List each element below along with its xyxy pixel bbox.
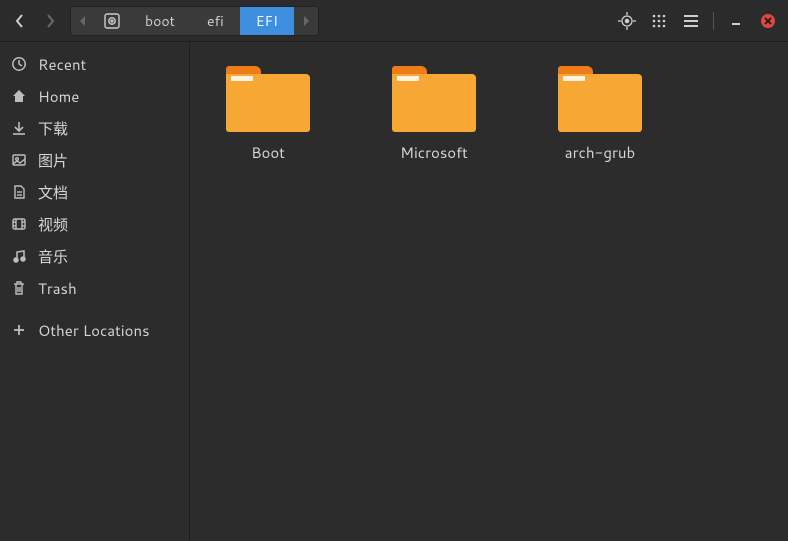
toolbar-right <box>613 7 782 35</box>
sidebar-item-downloads[interactable]: 下载 <box>0 112 189 144</box>
body: Recent Home 下载 图片 文档 <box>0 42 788 541</box>
nav-group <box>6 7 64 35</box>
path-overflow-right-button[interactable] <box>294 7 318 35</box>
folder-icon <box>392 66 476 132</box>
drive-icon[interactable] <box>95 7 129 35</box>
folder-boot[interactable]: Boot <box>208 66 328 163</box>
sidebar-item-other-locations[interactable]: Other Locations <box>0 314 189 346</box>
recent-icon <box>10 56 28 72</box>
trash-icon <box>10 280 28 296</box>
path-segment-efi-upper[interactable]: EFI <box>240 7 294 35</box>
separator <box>713 12 714 30</box>
sidebar-item-trash[interactable]: Trash <box>0 272 189 304</box>
nav-back-button[interactable] <box>6 7 34 35</box>
sidebar-item-label: Recent <box>38 54 86 75</box>
sidebar-item-videos[interactable]: 视频 <box>0 208 189 240</box>
sidebar-item-music[interactable]: 音乐 <box>0 240 189 272</box>
path-segment-boot[interactable]: boot <box>129 7 191 35</box>
folder-label: Boot <box>251 142 285 163</box>
sidebar-item-label: 下载 <box>38 118 68 139</box>
icon-view[interactable]: Boot Microsoft arch-grub <box>190 42 788 541</box>
video-icon <box>10 216 28 232</box>
sidebar-item-label: Trash <box>38 278 77 299</box>
sidebar-item-label: 视频 <box>38 214 68 235</box>
path-bar: boot efi EFI <box>70 6 319 36</box>
folder-icon <box>558 66 642 132</box>
music-icon <box>10 248 28 264</box>
folder-microsoft[interactable]: Microsoft <box>374 66 494 163</box>
folder-arch-grub[interactable]: arch-grub <box>540 66 660 163</box>
header-bar: boot efi EFI <box>0 0 788 42</box>
sidebar-item-label: 文档 <box>38 182 68 203</box>
locate-button[interactable] <box>613 7 641 35</box>
path-segment-efi-lower[interactable]: efi <box>191 7 240 35</box>
sidebar-item-recent[interactable]: Recent <box>0 48 189 80</box>
pictures-icon <box>10 152 28 168</box>
document-icon <box>10 184 28 200</box>
plus-icon <box>10 323 28 337</box>
window-minimize-button[interactable] <box>722 7 750 35</box>
path-overflow-left-button[interactable] <box>71 7 95 35</box>
sidebar-item-documents[interactable]: 文档 <box>0 176 189 208</box>
sidebar: Recent Home 下载 图片 文档 <box>0 42 190 541</box>
window-close-button[interactable] <box>754 7 782 35</box>
sidebar-item-label: 音乐 <box>38 246 68 267</box>
home-icon <box>10 88 28 104</box>
view-grid-button[interactable] <box>645 7 673 35</box>
download-icon <box>10 120 28 136</box>
folder-icon <box>226 66 310 132</box>
sidebar-item-pictures[interactable]: 图片 <box>0 144 189 176</box>
sidebar-item-home[interactable]: Home <box>0 80 189 112</box>
sidebar-item-label: Other Locations <box>38 320 150 341</box>
sidebar-item-label: Home <box>38 86 79 107</box>
folder-label: arch-grub <box>565 142 635 163</box>
folder-label: Microsoft <box>400 142 468 163</box>
nav-forward-button[interactable] <box>36 7 64 35</box>
hamburger-menu-button[interactable] <box>677 7 705 35</box>
sidebar-item-label: 图片 <box>38 150 68 171</box>
